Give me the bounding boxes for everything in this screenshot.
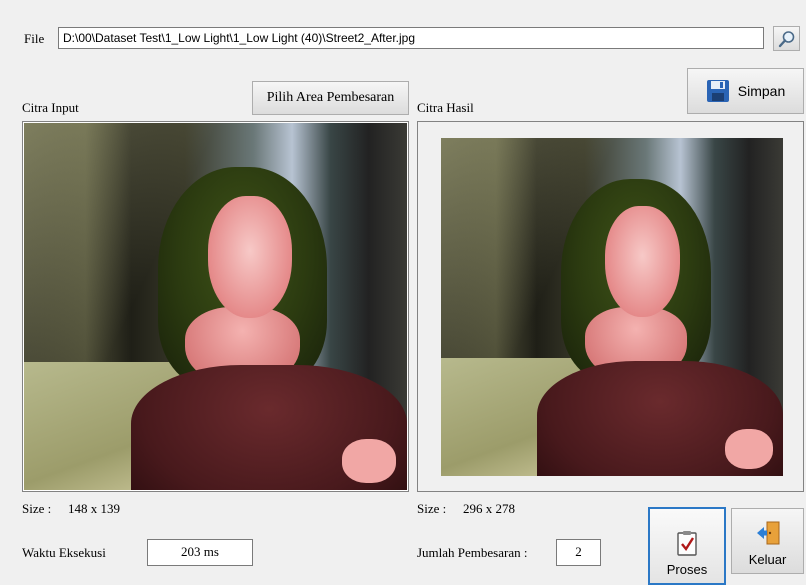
save-button[interactable]: Simpan: [687, 68, 804, 114]
input-image-title: Citra Input: [22, 100, 79, 115]
result-size-value: 296 x 278: [463, 501, 515, 516]
browse-button[interactable]: [773, 26, 800, 51]
input-image-panel[interactable]: [22, 121, 409, 492]
input-image: [24, 123, 407, 490]
exit-button[interactable]: Keluar: [731, 508, 804, 574]
result-size-label: Size :: [417, 501, 447, 516]
zoom-amount-label: Jumlah Pembesaran :: [417, 545, 528, 560]
input-size-value: 148 x 139: [68, 501, 120, 516]
zoom-amount-field[interactable]: 2: [556, 539, 601, 566]
execution-time-field: 203 ms: [147, 539, 253, 566]
clipboard-check-icon: [677, 531, 697, 556]
floppy-disk-icon: [706, 80, 729, 102]
result-image: [441, 138, 783, 476]
process-button[interactable]: Proses: [648, 507, 726, 585]
exit-label: Keluar: [748, 552, 787, 567]
result-image-panel: [417, 121, 804, 492]
result-image-title: Citra Hasil: [417, 100, 474, 115]
select-zoom-area-button[interactable]: Pilih Area Pembesaran: [252, 81, 409, 115]
execution-time-label: Waktu Eksekusi: [22, 545, 106, 560]
exit-door-icon: [756, 521, 779, 545]
save-label: Simpan: [737, 83, 786, 99]
process-label: Proses: [666, 562, 708, 577]
magnifier-icon: [778, 30, 794, 47]
file-label: File: [24, 31, 45, 46]
input-size-label: Size :: [22, 501, 52, 516]
file-path-field[interactable]: D:\00\Dataset Test\1_Low Light\1_Low Lig…: [58, 27, 764, 49]
